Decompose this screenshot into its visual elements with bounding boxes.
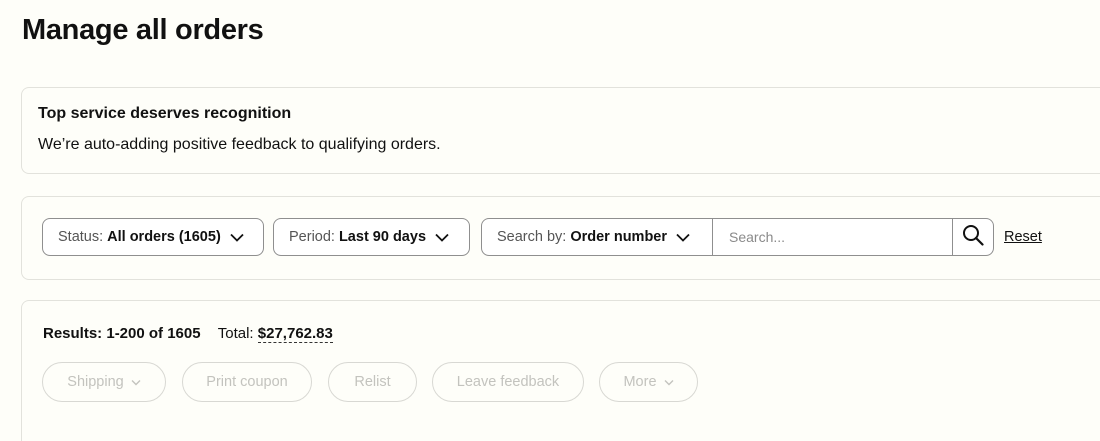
status-label: Status:	[58, 229, 104, 245]
search-button[interactable]	[952, 219, 993, 255]
results-panel: Results: 1-200 of 1605 Total: $27,762.83…	[21, 300, 1100, 441]
search-by-value: Order number	[570, 229, 668, 245]
notice-title: Top service deserves recognition	[38, 105, 292, 122]
leave-feedback-label: Leave feedback	[456, 374, 560, 390]
print-coupon-button[interactable]: Print coupon	[182, 362, 312, 402]
status-value: All orders (1605)	[107, 229, 221, 245]
status-dropdown[interactable]: Status: All orders (1605)	[42, 218, 264, 256]
search-input[interactable]	[713, 219, 952, 255]
more-button[interactable]: More	[599, 362, 698, 402]
shipping-button[interactable]: Shipping	[42, 362, 166, 402]
reset-link[interactable]: Reset	[1004, 229, 1042, 245]
total-value[interactable]: $27,762.83	[257, 325, 333, 343]
total-label: Total:	[217, 325, 254, 342]
more-label: More	[623, 374, 657, 390]
shipping-label: Shipping	[67, 374, 124, 390]
leave-feedback-button[interactable]: Leave feedback	[432, 362, 584, 402]
filters-bar: Status: All orders (1605) Period: Last 9…	[21, 196, 1100, 280]
period-dropdown[interactable]: Period: Last 90 days	[273, 218, 470, 256]
feedback-notice: Top service deserves recognition We’re a…	[21, 87, 1100, 174]
period-value: Last 90 days	[338, 229, 427, 245]
print-coupon-label: Print coupon	[206, 374, 288, 390]
search-group: Search by: Order number	[481, 218, 994, 256]
search-by-label: Search by:	[497, 229, 567, 245]
relist-label: Relist	[354, 374, 391, 390]
search-by-dropdown[interactable]: Search by: Order number	[482, 219, 713, 255]
chevron-down-icon	[664, 377, 674, 387]
relist-button[interactable]: Relist	[328, 362, 417, 402]
search-icon	[962, 224, 984, 251]
chevron-down-icon	[676, 230, 690, 244]
page-title: Manage all orders	[22, 14, 264, 46]
chevron-down-icon	[435, 230, 449, 244]
chevron-down-icon	[131, 377, 141, 387]
notice-body: We’re auto-adding positive feedback to q…	[38, 136, 441, 153]
results-summary: Results: 1-200 of 1605 Total: $27,762.83	[43, 325, 333, 343]
results-count: Results: 1-200 of 1605	[43, 325, 201, 342]
chevron-down-icon	[230, 230, 244, 244]
period-label: Period:	[289, 229, 335, 245]
